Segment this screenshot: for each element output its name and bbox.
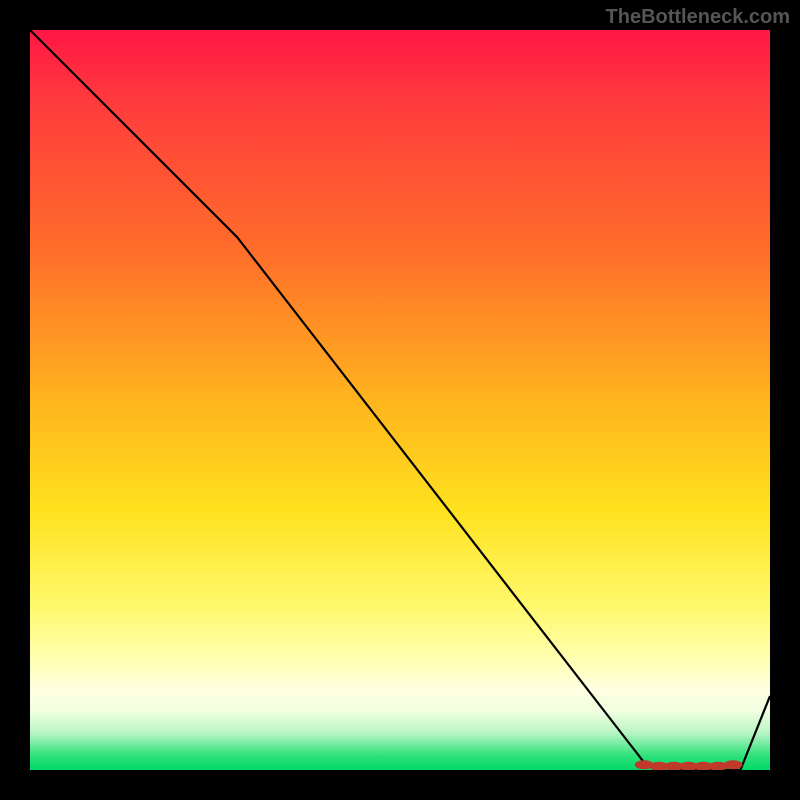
watermark-text: TheBottleneck.com	[606, 6, 790, 29]
chart-line	[30, 30, 770, 770]
chart-marker	[724, 761, 742, 769]
chart-plot-area	[30, 30, 770, 770]
chart-svg-layer	[30, 30, 770, 770]
chart-markers	[635, 761, 742, 770]
